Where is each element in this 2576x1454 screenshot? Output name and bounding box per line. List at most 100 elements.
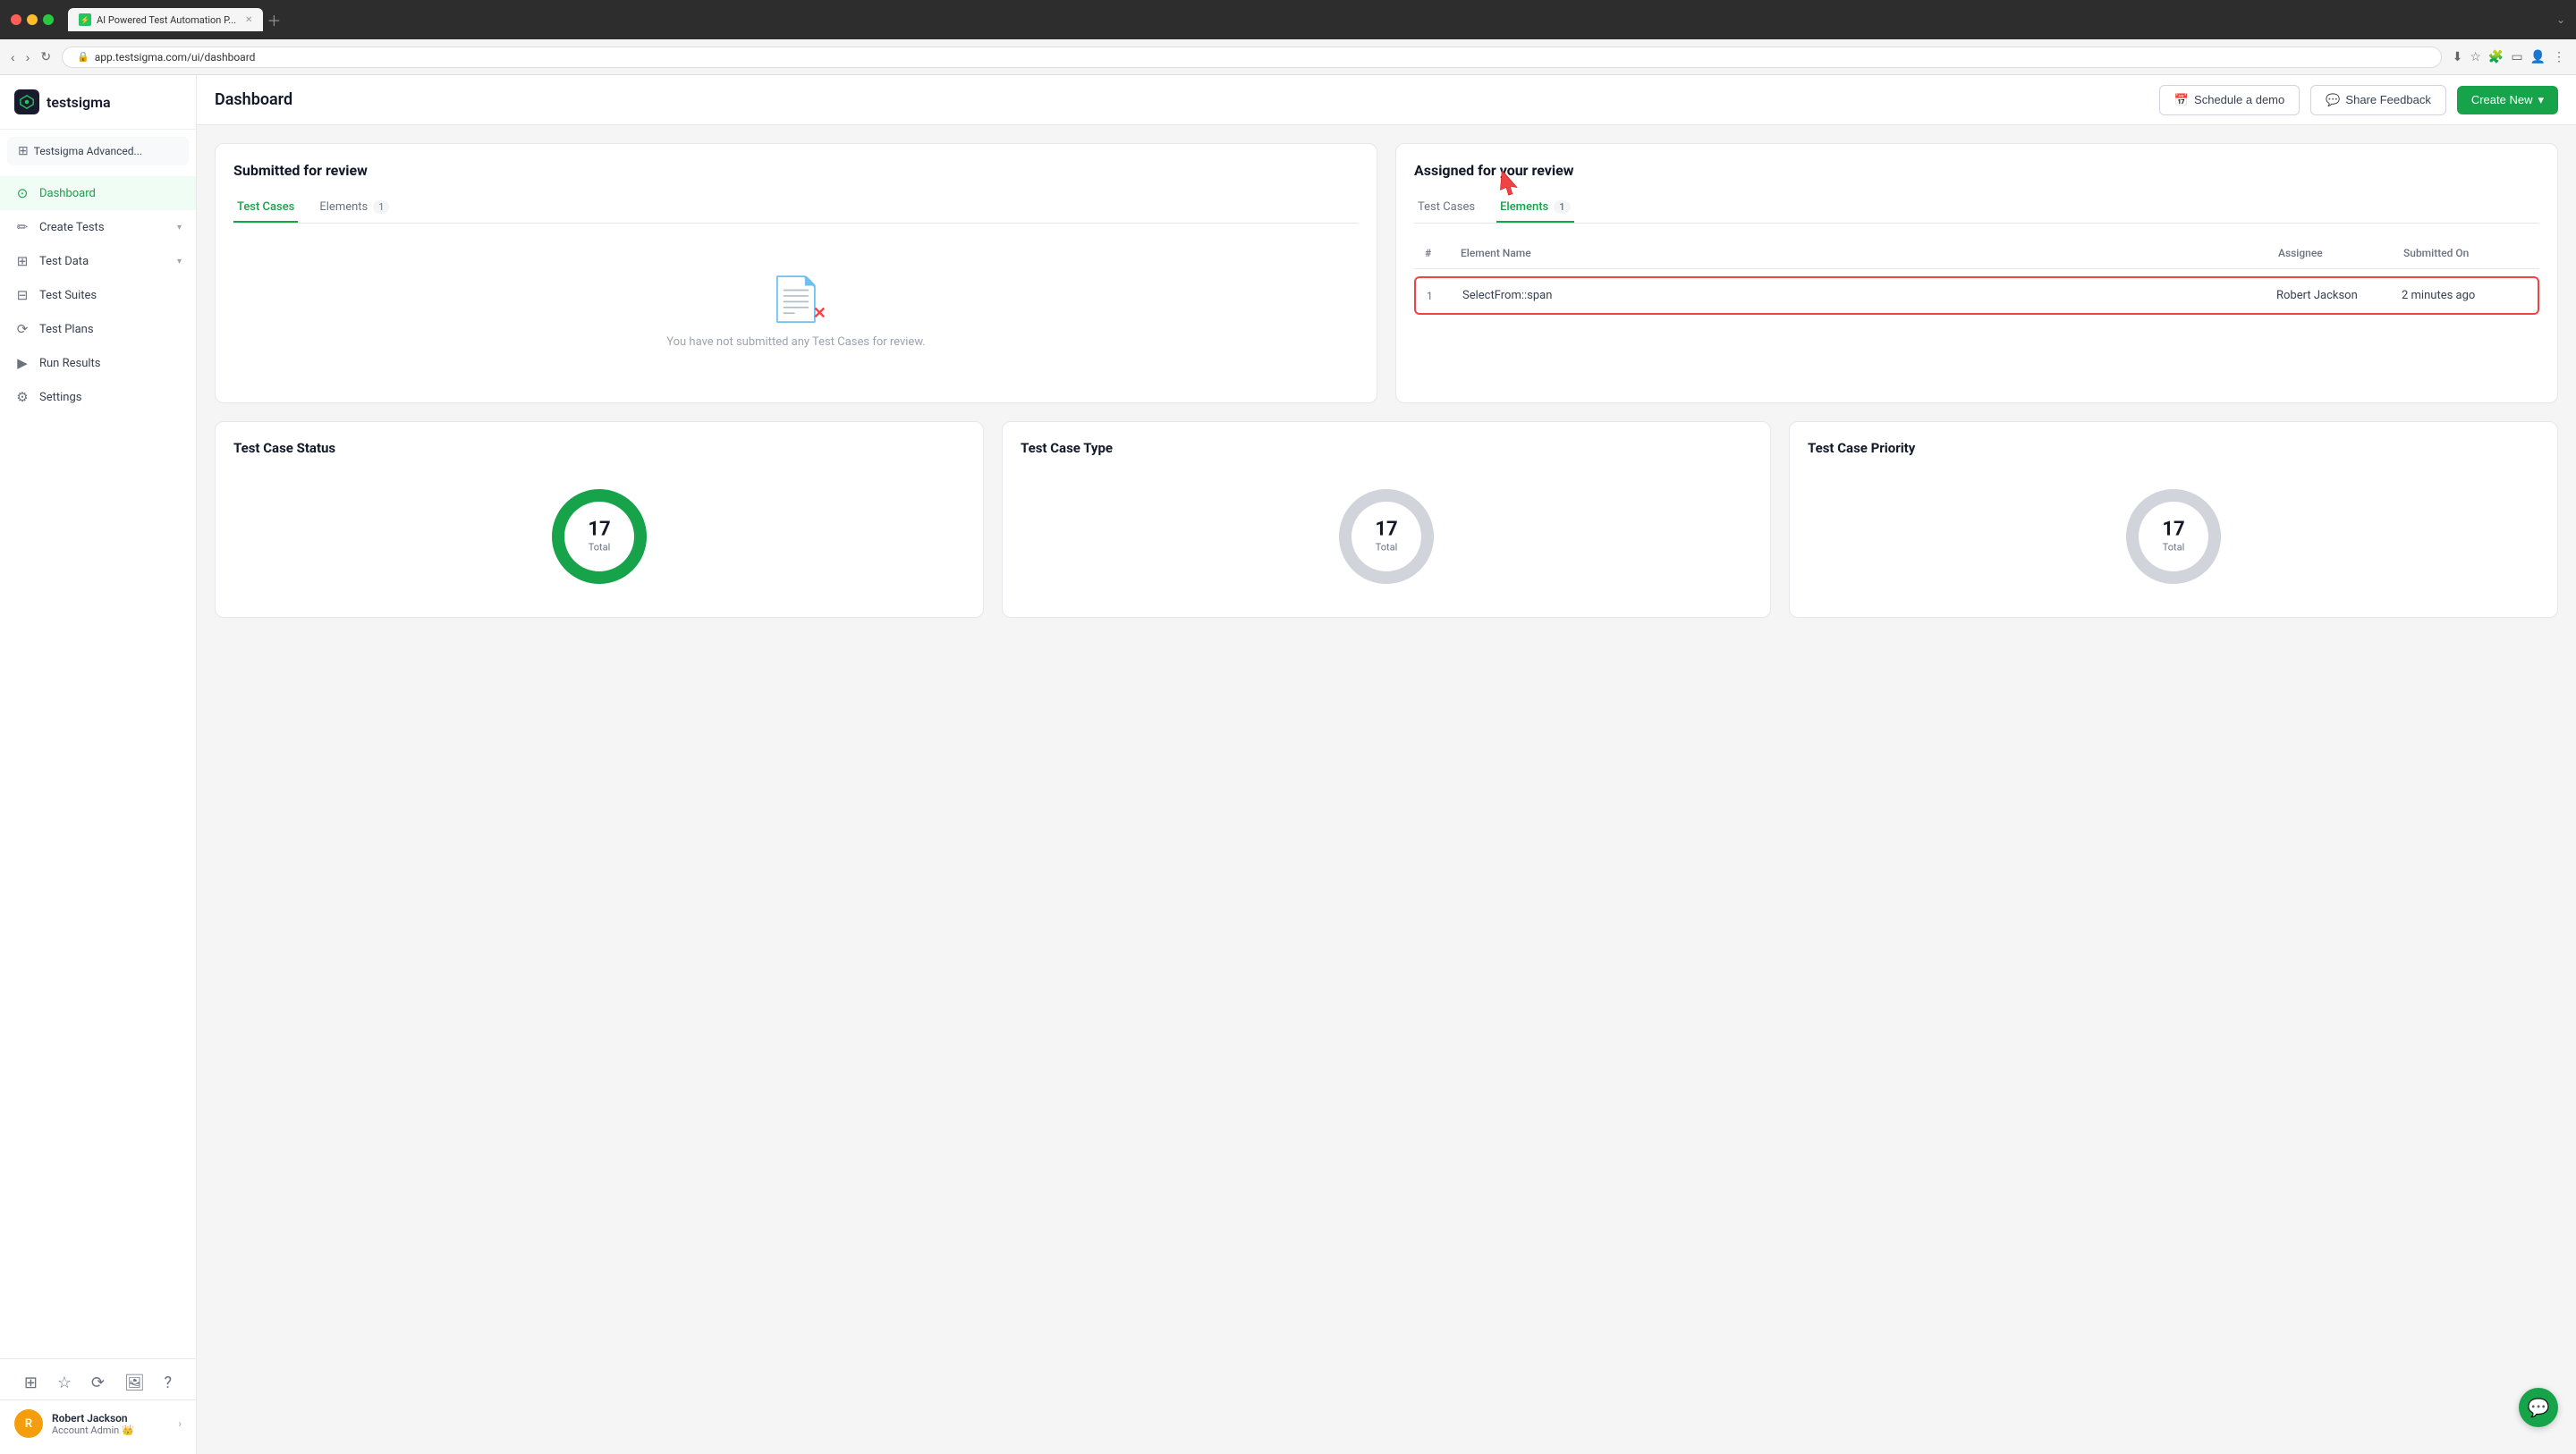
dashboard-label: Dashboard <box>39 187 182 200</box>
new-tab-button[interactable]: ＋ <box>267 9 281 30</box>
profile-icon[interactable]: 👤 <box>2530 50 2546 64</box>
sidebar-item-dashboard[interactable]: ⊙ Dashboard <box>0 176 196 210</box>
sidebar-nav: ⊙ Dashboard ✏ Create Tests ▾ ⊞ Test Data… <box>0 173 196 1358</box>
type-card-title: Test Case Type <box>1021 440 1752 456</box>
logo-icon <box>14 89 39 114</box>
dashboard-icon: ⊙ <box>14 185 30 201</box>
sidebar-item-test-data[interactable]: ⊞ Test Data ▾ <box>0 244 196 278</box>
priority-total-text: Total <box>2162 542 2184 554</box>
table-header: # Element Name Assignee Submitted On <box>1414 238 2539 269</box>
tab-label: AI Powered Test Automation P... <box>97 14 236 26</box>
status-donut-wrap: 17 Total <box>546 483 653 590</box>
grid-icon: ⊞ <box>18 144 29 158</box>
chat-icon: 💬 <box>2528 1397 2550 1418</box>
workspace-label: Testsigma Advanced... <box>34 145 142 157</box>
active-tab[interactable]: ⚡ AI Powered Test Automation P... ✕ <box>68 8 263 31</box>
fullscreen-button[interactable] <box>43 14 54 25</box>
test-data-icon: ⊞ <box>14 253 30 269</box>
settings-label: Settings <box>39 391 182 404</box>
star-bottom-icon[interactable]: ☆ <box>57 1374 72 1392</box>
chevron-down-icon-2: ▾ <box>177 257 182 266</box>
table-row[interactable]: 1 SelectFrom::span Robert Jackson 2 minu… <box>1414 276 2539 315</box>
sidebar-item-run-results[interactable]: ▶ Run Results <box>0 346 196 380</box>
user-section[interactable]: R Robert Jackson Account Admin 👑 › <box>0 1399 196 1447</box>
url-bar[interactable]: 🔒 app.testsigma.com/ui/dashboard <box>62 46 2442 68</box>
download-icon[interactable]: ⬇ <box>2453 50 2463 64</box>
sidebar: testsigma ⊞ Testsigma Advanced... ⊙ Dash… <box>0 75 197 1454</box>
create-tests-label: Create Tests <box>39 221 168 234</box>
avatar: R <box>14 1409 43 1438</box>
status-card-title: Test Case Status <box>233 440 965 456</box>
page-title: Dashboard <box>215 90 2145 109</box>
address-bar: ‹ › ↻ 🔒 app.testsigma.com/ui/dashboard ⬇… <box>0 39 2576 75</box>
row-num: 1 <box>1427 290 1462 302</box>
run-results-label: Run Results <box>39 357 182 370</box>
run-results-icon: ▶ <box>14 355 30 371</box>
bookmark-icon[interactable]: ☆ <box>2470 50 2481 64</box>
lock-icon: 🔒 <box>77 51 89 63</box>
empty-document-icon: 📄 ✕ <box>769 274 823 325</box>
create-new-button[interactable]: Create New ▾ <box>2457 86 2558 114</box>
bottom-icons-row: ⊞ ☆ ⟳ 🖼 ? <box>0 1366 196 1399</box>
assigned-elements-badge: 1 <box>1554 200 1570 214</box>
test-plans-icon: ⟳ <box>14 321 30 337</box>
submitted-tab-elements[interactable]: Elements 1 <box>316 193 393 223</box>
x-mark-icon: ✕ <box>813 304 826 323</box>
row-submitted-on: 2 minutes ago <box>2402 289 2527 302</box>
refresh-bottom-icon[interactable]: ⟳ <box>91 1374 105 1392</box>
sidebar-item-test-suites[interactable]: ⊟ Test Suites <box>0 278 196 312</box>
sidebar-item-create-tests[interactable]: ✏ Create Tests ▾ <box>0 210 196 244</box>
main-area: Dashboard 📅 Schedule a demo 💬 Share Feed… <box>197 75 2576 1454</box>
assigned-tab-elements[interactable]: Elements 1 <box>1496 193 1573 223</box>
chat-button[interactable]: 💬 <box>2519 1388 2558 1427</box>
tab-close-icon[interactable]: ✕ <box>245 15 252 25</box>
url-text: app.testsigma.com/ui/dashboard <box>95 51 256 63</box>
user-role: Account Admin 👑 <box>52 1424 169 1436</box>
status-total-number: 17 <box>588 520 610 540</box>
assigned-for-review-card: Assigned for your review Test <box>1395 143 2558 403</box>
sidebar-header: testsigma <box>0 75 196 130</box>
tab-favicon: ⚡ <box>79 13 91 26</box>
chevron-down-icon: ▾ <box>2538 93 2544 107</box>
priority-donut-wrap: 17 Total <box>2120 483 2227 590</box>
col-header-element-name: Element Name <box>1461 247 2278 259</box>
schedule-demo-button[interactable]: 📅 Schedule a demo <box>2159 85 2300 115</box>
user-info: Robert Jackson Account Admin 👑 <box>52 1412 169 1436</box>
browser-chrome: ⚡ AI Powered Test Automation P... ✕ ＋ ⌄ <box>0 0 2576 39</box>
assigned-tab-test-cases[interactable]: Test Cases <box>1414 193 1479 223</box>
test-plans-label: Test Plans <box>39 323 182 336</box>
workspace-selector[interactable]: ⊞ Testsigma Advanced... <box>7 137 189 165</box>
status-donut-label: 17 Total <box>588 520 610 554</box>
menu-icon[interactable]: ⋮ <box>2553 50 2565 64</box>
close-button[interactable] <box>11 14 21 25</box>
priority-card-title: Test Case Priority <box>1808 440 2539 456</box>
minimize-button[interactable] <box>27 14 38 25</box>
priority-donut-container: 17 Total <box>1808 474 2539 599</box>
extensions-icon[interactable]: 🧩 <box>2488 50 2504 64</box>
row-element-name: SelectFrom::span <box>1462 289 2276 302</box>
settings-icon: ⚙ <box>14 389 30 405</box>
col-header-submitted-on: Submitted On <box>2403 247 2529 259</box>
type-total-text: Total <box>1375 542 1397 554</box>
header-actions: 📅 Schedule a demo 💬 Share Feedback Creat… <box>2159 85 2558 115</box>
traffic-lights <box>11 14 54 25</box>
type-donut-wrap: 17 Total <box>1333 483 1440 590</box>
page-header: Dashboard 📅 Schedule a demo 💬 Share Feed… <box>197 75 2576 125</box>
sidebar-item-test-plans[interactable]: ⟳ Test Plans <box>0 312 196 346</box>
forward-button[interactable]: › <box>26 50 30 64</box>
sidebar-toggle-icon[interactable]: ▭ <box>2511 50 2522 64</box>
chevron-down-icon: ▾ <box>177 223 182 232</box>
browser-expand-icon: ⌄ <box>2556 13 2565 26</box>
review-section-row: Submitted for review Test Cases Elements… <box>215 143 2558 403</box>
back-button[interactable]: ‹ <box>11 50 15 64</box>
user-name: Robert Jackson <box>52 1412 169 1424</box>
sidebar-item-settings[interactable]: ⚙ Settings <box>0 380 196 414</box>
submitted-tab-test-cases[interactable]: Test Cases <box>233 193 298 223</box>
refresh-button[interactable]: ↻ <box>40 49 51 64</box>
help-bottom-icon[interactable]: ? <box>165 1374 173 1392</box>
priority-donut-label: 17 Total <box>2162 520 2184 554</box>
share-feedback-button[interactable]: 💬 Share Feedback <box>2310 85 2446 115</box>
grid-bottom-icon[interactable]: ⊞ <box>24 1374 38 1392</box>
assigned-card-title: Assigned for your review <box>1414 162 2539 179</box>
image-bottom-icon[interactable]: 🖼 <box>124 1374 145 1392</box>
